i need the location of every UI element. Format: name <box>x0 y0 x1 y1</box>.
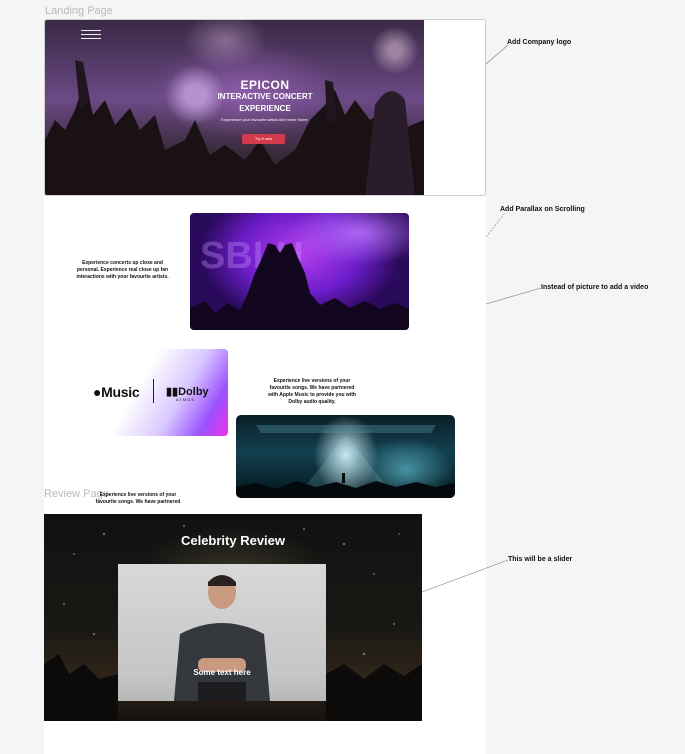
hero-tagline: Experience your favourite artists like n… <box>221 117 309 122</box>
closeup-text: Experience concerts up close and persona… <box>76 260 169 280</box>
review-title: Celebrity Review <box>180 533 286 548</box>
celebrity-review-slider[interactable]: Celebrity Review Some text here <box>44 514 422 721</box>
apple-music-dolby-card: ●Music ▮▮Dolby ATMOS <box>79 349 228 436</box>
portrait-caption: Some text here <box>193 668 251 677</box>
apple-music-logo: ●Music <box>93 384 140 400</box>
hero-subtitle-line2: EXPERIENCE <box>239 104 291 113</box>
hero-subtitle-line1: INTERACTIVE CONCERT <box>217 92 313 101</box>
landing-frame-label: Landing Page <box>45 5 113 17</box>
try-it-now-button[interactable]: Try it now <box>242 134 285 144</box>
note-slider: This will be a slider <box>508 556 573 563</box>
logo-divider <box>153 379 154 403</box>
apple-logo-icon: ● <box>93 384 102 400</box>
landing-frame: EPICON INTERACTIVE CONCERT EXPERIENCE Ex… <box>44 19 486 196</box>
note-company-logo: Add Company logo <box>507 39 572 46</box>
hero-title: EPICON <box>240 78 290 92</box>
celebrity-portrait: Some text here <box>118 564 326 701</box>
apple-music-text: Experience live versions of your favouri… <box>268 378 356 405</box>
dolby-atmos-label: ATMOS <box>176 397 195 402</box>
hamburger-menu-icon[interactable] <box>81 30 101 42</box>
concert-stage-video <box>236 415 455 498</box>
note-parallax: Add Parallax on Scrolling <box>500 206 585 213</box>
concert-hearts-image: SBLU <box>190 213 409 330</box>
overlap-text: Experience live versions of your favouri… <box>95 492 181 505</box>
note-video: Instead of picture to add a video <box>541 284 649 291</box>
